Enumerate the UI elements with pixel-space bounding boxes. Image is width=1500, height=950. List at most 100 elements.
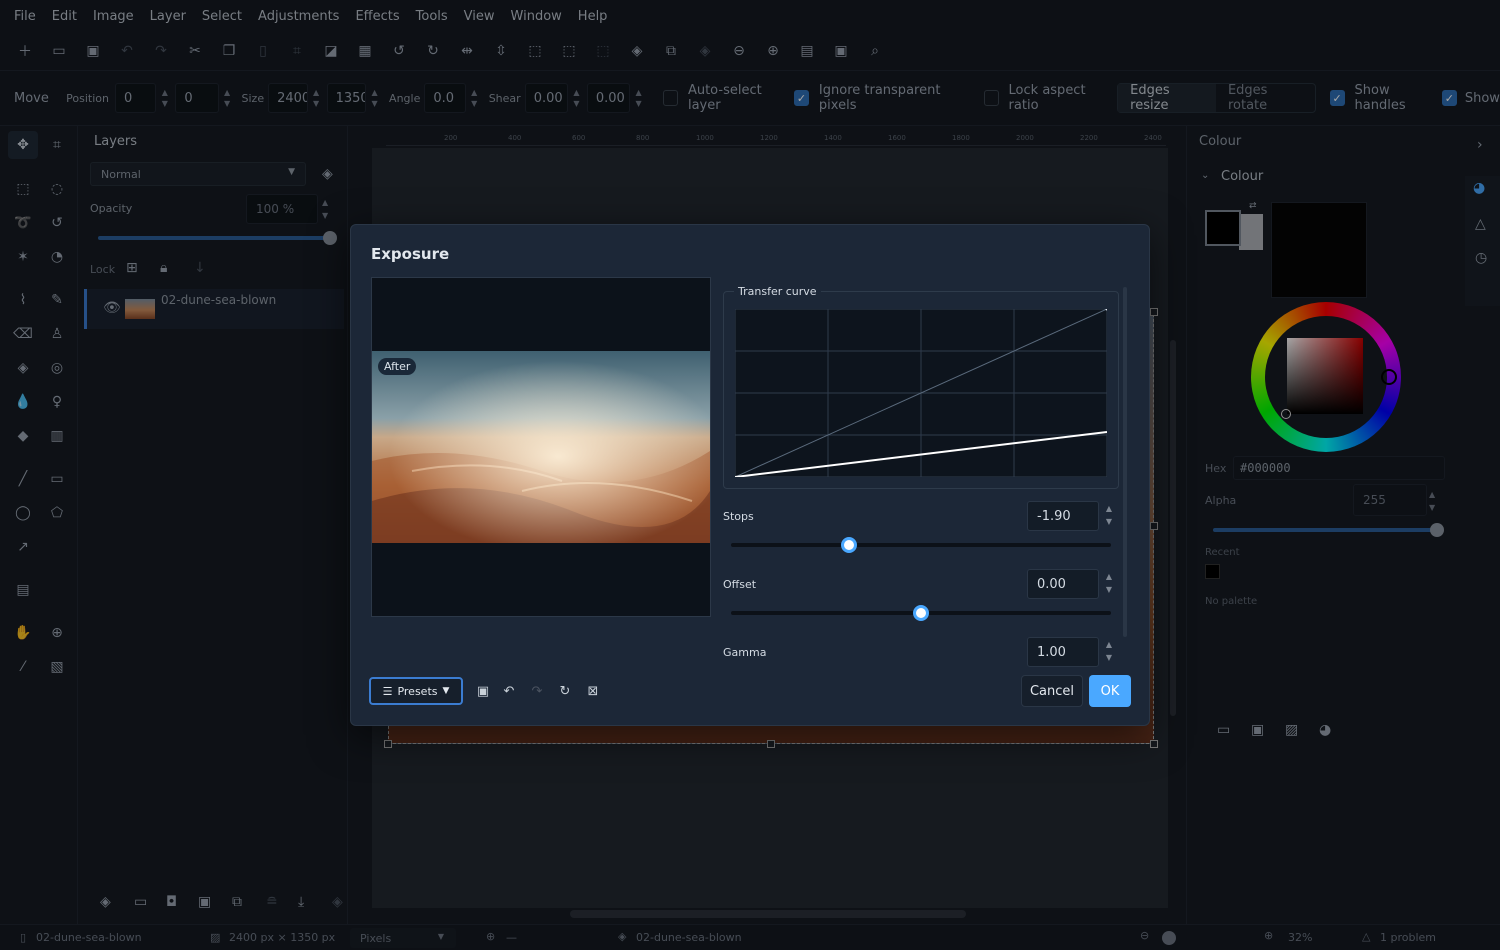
folder-icon[interactable]: ▭: [134, 894, 147, 910]
menu-window[interactable]: Window: [503, 9, 570, 24]
opacity-slider[interactable]: [98, 236, 330, 240]
save-icon[interactable]: ▣: [76, 36, 110, 66]
ellipse-select-icon[interactable]: ◌: [42, 175, 72, 203]
arrow-icon[interactable]: ↗: [8, 533, 38, 561]
cut-icon[interactable]: ✂: [178, 36, 212, 66]
background-colour-swatch[interactable]: [1239, 214, 1263, 250]
search-icon[interactable]: ⌕: [858, 36, 892, 66]
clone-icon[interactable]: ♙: [42, 320, 72, 348]
horizontal-scrollbar[interactable]: [570, 910, 966, 918]
line-icon[interactable]: ╱: [8, 465, 38, 493]
delete-layer-icon[interactable]: ◈: [332, 894, 343, 910]
lasso-polygon-icon[interactable]: ↺: [42, 209, 72, 237]
angle-field[interactable]: 0.0: [424, 83, 466, 113]
text-icon[interactable]: ▤: [8, 576, 38, 604]
transform-handle[interactable]: [767, 740, 775, 748]
add-layer-icon[interactable]: ◈: [100, 894, 111, 910]
save-palette-icon[interactable]: ▣: [1251, 722, 1264, 738]
hand-icon[interactable]: ✋: [8, 619, 38, 647]
transform-handle[interactable]: [1150, 740, 1158, 748]
mask-icon[interactable]: ◘: [166, 894, 177, 910]
magic-wand-icon[interactable]: ✶: [8, 243, 38, 271]
edges-resize-button[interactable]: Edges resize: [1118, 83, 1216, 113]
opacity-field[interactable]: 100 %: [246, 194, 318, 224]
menu-adjustments[interactable]: Adjustments: [250, 9, 347, 24]
flip-v-icon[interactable]: ⇳: [484, 36, 518, 66]
invert-selection-icon[interactable]: ⬚: [586, 36, 620, 66]
transform-handle[interactable]: [1150, 308, 1158, 316]
fit-window-icon[interactable]: ▣: [824, 36, 858, 66]
position-x-field[interactable]: 0: [115, 83, 157, 113]
ok-button[interactable]: OK: [1089, 675, 1131, 707]
zoom-in-icon[interactable]: ⊕: [1264, 929, 1273, 942]
gamma-stepper[interactable]: ▲ ▼: [1102, 638, 1116, 664]
stops-field[interactable]: -1.90: [1027, 501, 1099, 531]
alpha-slider[interactable]: [1213, 528, 1439, 532]
offset-slider-knob[interactable]: [913, 605, 929, 621]
flatten-icon[interactable]: ⤓: [298, 894, 304, 910]
crop-icon[interactable]: ⌗: [280, 36, 314, 66]
alpha-field[interactable]: 255: [1353, 484, 1427, 516]
polygon-icon[interactable]: ⬠: [42, 499, 72, 527]
fill-icon[interactable]: ◆: [8, 422, 38, 450]
ellipse-icon[interactable]: ◯: [8, 499, 38, 527]
compare-icon[interactable]: ⊠: [583, 681, 603, 701]
hex-field[interactable]: #000000: [1233, 456, 1445, 480]
lock-position-icon[interactable]: ↓: [194, 260, 206, 276]
image-palette-icon[interactable]: ▨: [1285, 722, 1298, 738]
pencil-icon[interactable]: ✎: [42, 286, 72, 314]
lock-icon[interactable]: 🔒︎: [160, 260, 167, 276]
auto-select-checkbox[interactable]: [663, 90, 678, 106]
opacity-slider-knob[interactable]: [323, 231, 337, 245]
duplicate-layer-icon[interactable]: ⧉: [232, 894, 242, 910]
menu-help[interactable]: Help: [570, 9, 616, 24]
measure-icon[interactable]: ▧: [42, 653, 72, 681]
deselect-icon[interactable]: ⬚: [552, 36, 586, 66]
chevron-right-icon[interactable]: ›: [1477, 137, 1483, 153]
cancel-button[interactable]: Cancel: [1021, 675, 1083, 707]
warning-tab-icon[interactable]: △: [1475, 216, 1486, 232]
size-height-field[interactable]: 1350: [326, 83, 367, 113]
rotate-ccw-icon[interactable]: ↺: [382, 36, 416, 66]
saturation-marker[interactable]: [1281, 409, 1291, 419]
dodge-icon[interactable]: ♀: [42, 388, 72, 416]
copy-icon[interactable]: ❐: [212, 36, 246, 66]
alpha-slider-knob[interactable]: [1430, 523, 1444, 537]
rect-select-icon[interactable]: ⬚: [8, 175, 38, 203]
new-file-icon[interactable]: ＋: [8, 36, 42, 66]
size-width-field[interactable]: 2400: [268, 83, 308, 113]
resize-canvas-icon[interactable]: ▦: [348, 36, 382, 66]
redo-icon[interactable]: ↷: [144, 36, 178, 66]
resize-image-icon[interactable]: ◪: [314, 36, 348, 66]
lock-aspect-checkbox[interactable]: [983, 90, 999, 106]
show-more-checkbox[interactable]: ✓: [1441, 90, 1457, 106]
layer-stack-icon[interactable]: ◈: [322, 166, 333, 182]
menu-view[interactable]: View: [456, 9, 503, 24]
offset-field[interactable]: 0.00: [1027, 569, 1099, 599]
presets-button[interactable]: ☰ Presets ▼: [369, 677, 463, 705]
stops-slider[interactable]: [731, 543, 1111, 547]
merge-icon[interactable]: ◈: [688, 36, 722, 66]
flip-h-icon[interactable]: ⇹: [450, 36, 484, 66]
transform-handle[interactable]: [384, 740, 392, 748]
layer-row[interactable]: 👁︎ 02-dune-sea-blown: [84, 289, 344, 329]
offset-stepper[interactable]: ▲ ▼: [1102, 570, 1116, 596]
hue-marker[interactable]: [1381, 369, 1397, 385]
show-handles-checkbox[interactable]: ✓: [1329, 90, 1345, 106]
select-all-icon[interactable]: ⬚: [518, 36, 552, 66]
primary-colour-swatch[interactable]: [1205, 210, 1241, 246]
actual-size-icon[interactable]: ▤: [790, 36, 824, 66]
swap-colours-icon[interactable]: ⇄: [1249, 201, 1257, 211]
rotate-cw-icon[interactable]: ↻: [416, 36, 450, 66]
position-y-stepper[interactable]: ▲ ▼: [221, 87, 234, 109]
shear-y-field[interactable]: 0.00: [586, 83, 631, 113]
palette-tab-icon[interactable]: ◕: [1473, 180, 1485, 196]
colour-grid[interactable]: [1271, 202, 1367, 298]
position-y-field[interactable]: 0: [175, 83, 219, 113]
menu-layer[interactable]: Layer: [142, 9, 194, 24]
size-height-stepper[interactable]: ▲ ▼: [368, 87, 381, 109]
layers-icon[interactable]: ◈: [620, 36, 654, 66]
history-tab-icon[interactable]: ◷: [1475, 250, 1487, 266]
zoom-tool-icon[interactable]: ⊕: [42, 619, 72, 647]
shear-y-stepper[interactable]: ▲ ▼: [632, 87, 645, 109]
